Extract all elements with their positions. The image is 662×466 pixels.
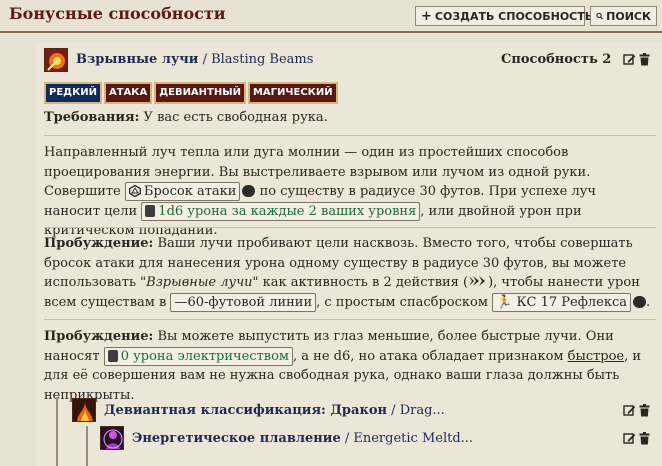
blast-icon [45,49,67,71]
search-icon [596,12,603,20]
awakening-2-text-2: , а не d6, но атака обладает признаком [293,348,568,364]
child-1-name-ru: Девиантная классификация: Дракон [104,403,388,418]
reflex-save-label: КС 17 Рефлекса [516,294,627,310]
trait-magical[interactable]: МАГИЧЕСКИЙ [247,82,338,104]
trait-rare[interactable]: РЕДКИЙ [44,82,102,104]
child-rail [86,426,88,466]
awakening-1-text-4: , с простым спасброском [316,294,493,310]
line-template-button[interactable]: —60-футовой линии [170,292,317,312]
requirements-label: Требования: [44,110,140,125]
section-header: Бонусные способности + СОЗДАТЬ СПОСОБНОС… [0,0,662,33]
child-2-name-en: Energetic Meltd... [353,431,474,446]
quick-trait-link[interactable]: быстрое [568,349,625,364]
requirements-text: У вас есть свободная рука. [139,110,328,125]
child-1-name[interactable]: Девиантная классификация: Дракон / Drag.… [104,403,445,418]
reflex-save-button[interactable]: 🏃 КС 17 Рефлекса [492,292,631,312]
chat-bubble-icon[interactable] [242,185,256,197]
create-ability-button[interactable]: + СОЗДАТЬ СПОСОБНОСТЬ [415,6,593,26]
create-ability-label: СОЗДАТЬ СПОСОБНОСТЬ [434,9,594,23]
awakening-1-text-2: как активность в 2 действия ( [258,275,469,290]
delete-icon[interactable] [638,404,651,417]
delete-icon[interactable] [638,432,651,445]
child-2-name[interactable]: Энергетическое плавление / Energetic Mel… [132,431,473,446]
child-2-name-separator: / [340,431,354,446]
line-icon: — [174,294,188,310]
feat-image[interactable] [44,48,68,72]
electric-damage-label: 0 урона электричеством [120,348,290,364]
feat-name-separator: / [198,52,212,67]
child-1-name-en: Drag... [399,403,445,418]
feat-description: Направленный луч тепла или дуга молнии —… [44,143,656,241]
trait-deviant[interactable]: ДЕВИАНТНЫЙ [154,82,246,104]
feat-level: Способность 2 [501,52,612,67]
divider [44,319,656,320]
electric-damage-button[interactable]: 0 урона электричеством [103,346,294,366]
child-2-image[interactable] [100,426,124,450]
running-icon: 🏃 [496,294,513,310]
awakening-2: Пробуждение: Вы можете выпустить из глаз… [44,327,656,405]
line-template-label: 60-футовой линии [187,294,313,310]
divider [44,135,656,136]
edit-icon[interactable] [623,404,636,417]
attack-roll-button[interactable]: Бросок атаки [124,182,241,201]
awakening-1-quote: "Взрывные лучи" [140,275,259,290]
attack-roll-label: Бросок атаки [143,184,237,199]
feat-name-en: Blasting Beams [211,52,314,67]
feat-name-ru: Взрывные лучи [76,52,199,67]
requirements: Требования: У вас есть свободная рука. [44,108,656,128]
search-label: ПОИСК [606,9,651,23]
edit-icon[interactable] [623,432,636,445]
edit-icon[interactable] [623,53,636,66]
section-title: Бонусные способности [9,4,226,23]
child-rail [56,397,58,466]
feat-name[interactable]: Взрывные лучи / Blasting Beams [76,52,313,67]
delete-icon[interactable] [638,53,651,66]
awakening-1-label: Пробуждение: [44,236,154,251]
energy-figure-icon [101,427,123,449]
damage-roll-label: 1d6 урона за каждые 2 ваших уровня [158,203,417,219]
damage-roll-button[interactable]: 1d6 урона за каждые 2 ваших уровня [141,201,421,221]
calculator-icon [107,349,118,362]
calculator-icon [145,204,156,217]
awakening-2-label: Пробуждение: [44,329,154,344]
search-button[interactable]: ПОИСК [590,6,657,26]
trait-list: РЕДКИЙ АТАКА ДЕВИАНТНЫЙ МАГИЧЕСКИЙ [44,82,338,104]
awakening-1: Пробуждение: Ваши лучи пробивают цели на… [44,236,651,312]
d20-icon [128,185,141,197]
dragon-fire-icon [73,399,95,421]
chat-bubble-icon[interactable] [632,295,646,308]
divider [44,227,656,228]
trait-attack[interactable]: АТАКА [103,82,153,104]
child-1-name-separator: / [387,403,400,418]
plus-icon: + [421,8,432,24]
child-2-name-ru: Энергетическое плавление [132,431,341,446]
two-actions-icon [469,276,486,286]
child-1-image[interactable] [72,398,96,422]
